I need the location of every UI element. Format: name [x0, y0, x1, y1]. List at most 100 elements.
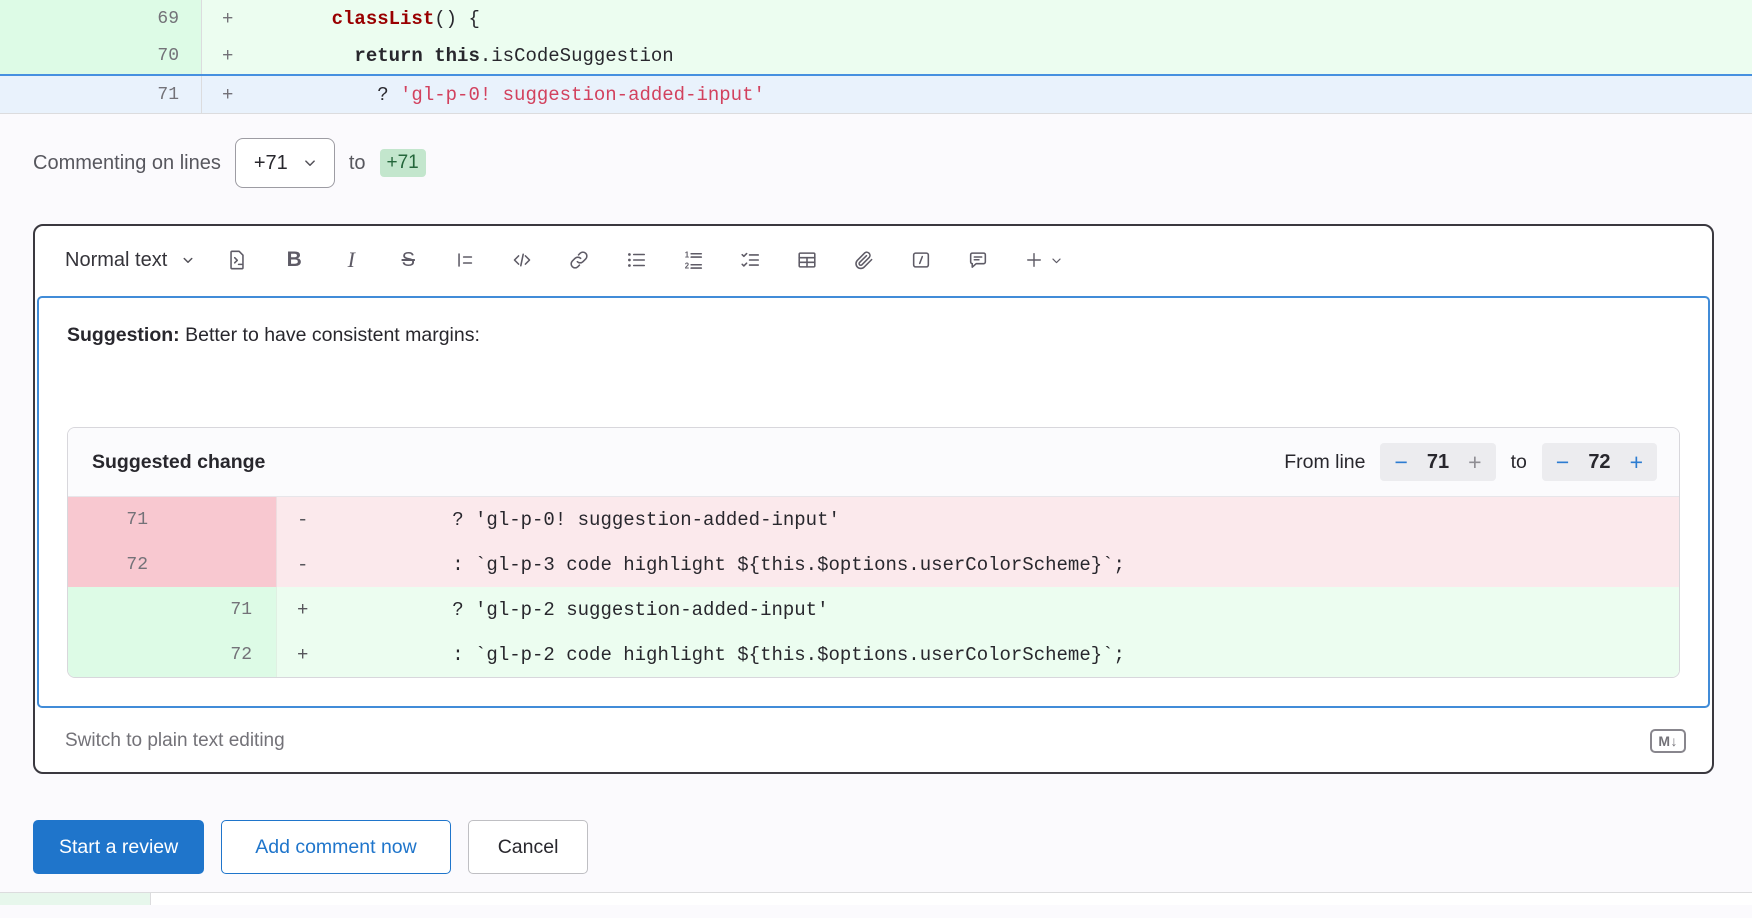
suggested-change-diff: 71- ? 'gl-p-0! suggestion-added-input'72… [68, 497, 1679, 677]
from-line-label: From line [1284, 451, 1365, 474]
text-style-label: Normal text [65, 249, 167, 272]
start-line-value: +71 [254, 152, 288, 175]
diff-added-marker: + [202, 8, 286, 30]
line-number-cell[interactable]: 70 [0, 37, 202, 74]
cancel-button[interactable]: Cancel [468, 820, 589, 874]
diff-line-content: + return this.isCodeSuggestion [202, 37, 1752, 74]
suggestion-diff-row: 72+ : `gl-p-2 code highlight ${this.$opt… [68, 632, 1679, 677]
to-line-decrease-button[interactable]: − [1556, 451, 1569, 474]
code-text: return this.isCodeSuggestion [286, 45, 674, 67]
italic-button[interactable]: I [331, 240, 371, 280]
bold-button[interactable]: B [274, 240, 314, 280]
switch-to-plain-text-button[interactable]: Switch to plain text editing [65, 730, 285, 752]
bold-icon: B [287, 248, 302, 272]
diff-line-content: + ? 'gl-p-0! suggestion-added-input' [202, 76, 1752, 113]
suggestion-line-range-controls: From line − 71 + to − 72 + [1284, 443, 1657, 481]
ordered-list-icon: 12 [682, 249, 704, 271]
comment-rest-text: Better to have consistent margins: [180, 324, 480, 346]
comment-text: Suggestion: Better to have consistent ma… [67, 324, 1680, 347]
old-line-number [68, 632, 172, 677]
details-block-button[interactable] [901, 240, 941, 280]
suggestion-line-content: - : `gl-p-3 code highlight ${this.$optio… [276, 542, 1679, 587]
suggested-change-widget: Suggested change From line − 71 + to − 7… [67, 427, 1680, 678]
svg-text:2: 2 [685, 261, 690, 270]
task-list-button[interactable] [730, 240, 770, 280]
suggestion-diff-row: 71- ? 'gl-p-0! suggestion-added-input' [68, 497, 1679, 542]
quote-button[interactable] [445, 240, 485, 280]
rich-text-editor: Normal text B I S 12 Suggestion: Better to … [33, 224, 1714, 774]
bullet-list-button[interactable] [616, 240, 656, 280]
from-line-stepper: − 71 + [1380, 443, 1495, 481]
to-line-stepper: − 72 + [1542, 443, 1657, 481]
end-line-badge: +71 [380, 149, 426, 177]
comment-button[interactable] [958, 240, 998, 280]
diff-line-row: 70+ return this.isCodeSuggestion [0, 37, 1752, 74]
suggested-change-header: Suggested change From line − 71 + to − 7… [68, 428, 1679, 497]
removed-marker: - [277, 554, 361, 576]
italic-icon: I [348, 247, 355, 273]
ordered-list-button[interactable]: 12 [673, 240, 713, 280]
quote-icon [454, 249, 476, 271]
diff-added-marker: + [202, 84, 286, 106]
merge-request-comment-page: 69+ classList() {70+ return this.isCodeS… [0, 0, 1752, 905]
bullet-list-icon [625, 249, 647, 271]
paperclip-icon [853, 249, 875, 271]
insert-suggestion-button[interactable] [217, 240, 257, 280]
add-comment-now-button[interactable]: Add comment now [221, 820, 451, 874]
editor-content-area[interactable]: Suggestion: Better to have consistent ma… [37, 296, 1710, 708]
text-style-dropdown[interactable]: Normal text [65, 249, 197, 272]
code-text: ? 'gl-p-0! suggestion-added-input' [361, 509, 840, 531]
to-line-increase-button[interactable]: + [1630, 451, 1643, 474]
to-line-value: 72 [1588, 451, 1610, 474]
to-line-label: to [1511, 451, 1527, 474]
suggestion-line-content: + : `gl-p-2 code highlight ${this.$optio… [276, 632, 1679, 677]
link-icon [568, 249, 590, 271]
suggested-change-title: Suggested change [92, 451, 265, 474]
added-marker: + [277, 599, 361, 621]
new-line-number: 71 [172, 587, 276, 632]
link-button[interactable] [559, 240, 599, 280]
from-line-value: 71 [1427, 451, 1449, 474]
diff-gutter [0, 893, 151, 905]
commenting-range-bar: Commenting on lines +71 to +71 [33, 138, 1752, 188]
suggestion-diff-row: 72 - : `gl-p-3 code highlight ${this.$opt… [68, 542, 1679, 587]
new-line-number [172, 497, 276, 542]
table-button[interactable] [787, 240, 827, 280]
code-text: : `gl-p-3 code highlight ${this.$options… [361, 554, 1125, 576]
from-line-increase-button[interactable]: + [1468, 451, 1481, 474]
plus-icon [1024, 250, 1044, 270]
start-line-dropdown[interactable]: +71 [235, 138, 335, 188]
comment-icon [967, 249, 989, 271]
editor-footer: Switch to plain text editing M↓ [35, 710, 1712, 772]
strikethrough-button[interactable]: S [388, 240, 428, 280]
diff-context-lines: 69+ classList() {70+ return this.isCodeS… [0, 0, 1752, 114]
line-number-cell[interactable]: 69 [0, 0, 202, 37]
markdown-icon: M↓ [1650, 729, 1686, 753]
diff-line-row: 71+ ? 'gl-p-0! suggestion-added-input' [0, 74, 1752, 113]
from-line-decrease-button[interactable]: − [1394, 451, 1407, 474]
table-icon [796, 249, 818, 271]
old-line-number [68, 587, 172, 632]
line-number-cell[interactable]: 71 [0, 76, 202, 113]
code-text: : `gl-p-2 code highlight ${this.$options… [361, 644, 1125, 666]
new-line-number: 72 [172, 632, 276, 677]
old-line-number: 71 [68, 497, 172, 542]
comment-bold-text: Suggestion: [67, 324, 180, 346]
start-review-button[interactable]: Start a review [33, 820, 204, 874]
diff-added-marker: + [202, 45, 286, 67]
diff-line-content: + classList() { [202, 0, 1752, 37]
range-to-label: to [349, 152, 366, 175]
code-text: classList() { [286, 8, 480, 30]
old-line-number: 72 [68, 542, 172, 587]
new-line-number [172, 542, 276, 587]
task-list-icon [739, 249, 761, 271]
more-options-button[interactable] [1015, 240, 1073, 280]
strikethrough-icon: S [402, 249, 415, 272]
next-diff-line-partial [0, 892, 1752, 905]
code-button[interactable] [502, 240, 542, 280]
chevron-down-icon [1048, 252, 1065, 269]
attach-file-button[interactable] [844, 240, 884, 280]
code-text: ? 'gl-p-0! suggestion-added-input' [286, 84, 765, 106]
code-suggestion-icon [226, 249, 248, 271]
details-icon [910, 249, 932, 271]
